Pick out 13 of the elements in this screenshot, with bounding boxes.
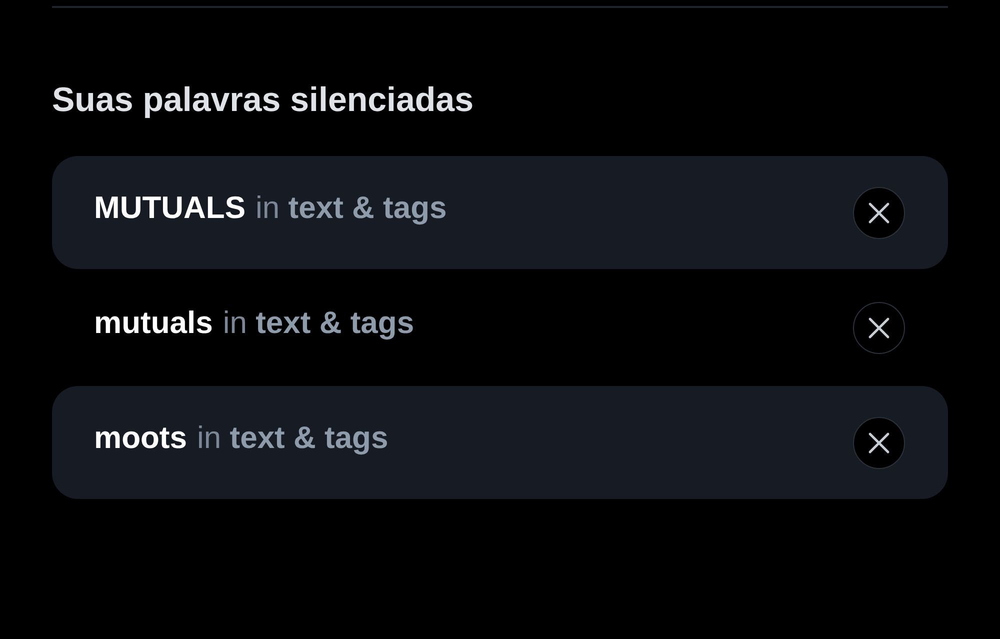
section-heading: Suas palavras silenciadas	[52, 80, 474, 121]
muted-word: MUTUALS	[94, 190, 246, 226]
close-icon	[868, 432, 890, 454]
scope-label: in text & tags	[197, 420, 388, 456]
scope-label: in text & tags	[256, 190, 447, 226]
scope-label: in text & tags	[222, 304, 414, 340]
remove-button[interactable]	[853, 416, 905, 468]
close-icon	[868, 202, 890, 224]
remove-button[interactable]	[853, 186, 905, 238]
muted-word: moots	[94, 420, 187, 456]
close-icon	[868, 316, 890, 338]
remove-button[interactable]	[853, 302, 905, 354]
muted-word: mutuals	[94, 304, 213, 340]
